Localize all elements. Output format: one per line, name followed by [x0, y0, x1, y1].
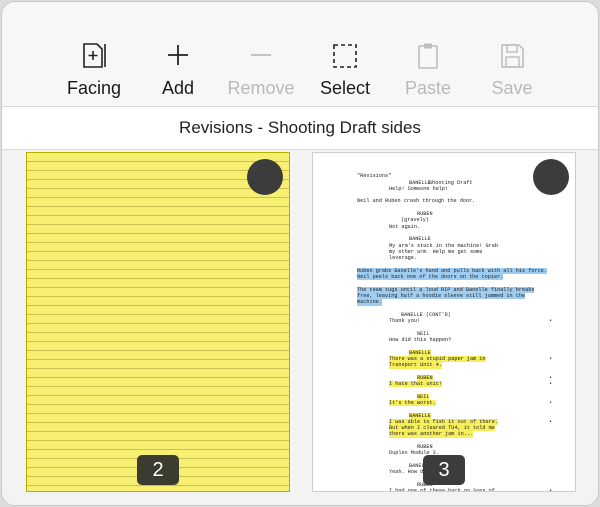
- add-button[interactable]: Add: [133, 42, 223, 99]
- page-thumbnail-3[interactable]: "Revisions" Shooting Draft BANELLE Help! …: [312, 152, 576, 492]
- revision-mark: •: [549, 488, 553, 492]
- page-thumbnail-2[interactable]: 2: [26, 152, 290, 492]
- page-thumbnails: 2 "Revisions" Shooting Draft BANELLE Help…: [2, 150, 598, 505]
- page-number-badge: 2: [137, 455, 179, 485]
- app-window: Facing Add Remove Select Paste Save Revi…: [1, 1, 599, 506]
- page-select-indicator[interactable]: [533, 159, 569, 195]
- minus-icon: [251, 54, 271, 56]
- script-line-text: I had one of these back on Sons of: [389, 488, 495, 492]
- page-select-indicator[interactable]: [247, 159, 283, 195]
- facing-icon: [83, 43, 106, 68]
- facing-label: Facing: [66, 78, 122, 98]
- page-number-badge: 3: [423, 455, 465, 485]
- facing-button[interactable]: Facing: [49, 42, 139, 99]
- save-button[interactable]: Save: [467, 42, 557, 99]
- script-line: I had one of these back on Sons of •: [313, 488, 575, 492]
- select-button[interactable]: Select: [300, 42, 390, 99]
- clipboard-icon: [418, 43, 438, 69]
- remove-button[interactable]: Remove: [216, 42, 306, 99]
- paste-label: Paste: [404, 78, 452, 98]
- plus-icon: [168, 45, 188, 65]
- save-label: Save: [491, 78, 533, 98]
- select-icon: [333, 44, 357, 68]
- remove-label: Remove: [227, 78, 295, 98]
- document-title: Revisions - Shooting Draft sides: [2, 107, 598, 150]
- toolbar: Facing Add Remove Select Paste Save: [2, 2, 598, 107]
- paste-button[interactable]: Paste: [383, 42, 473, 99]
- floppy-disk-icon: [501, 44, 524, 68]
- script-page-text: "Revisions" Shooting Draft BANELLE Help! …: [313, 153, 575, 492]
- select-label: Select: [319, 78, 371, 98]
- add-label: Add: [161, 78, 195, 98]
